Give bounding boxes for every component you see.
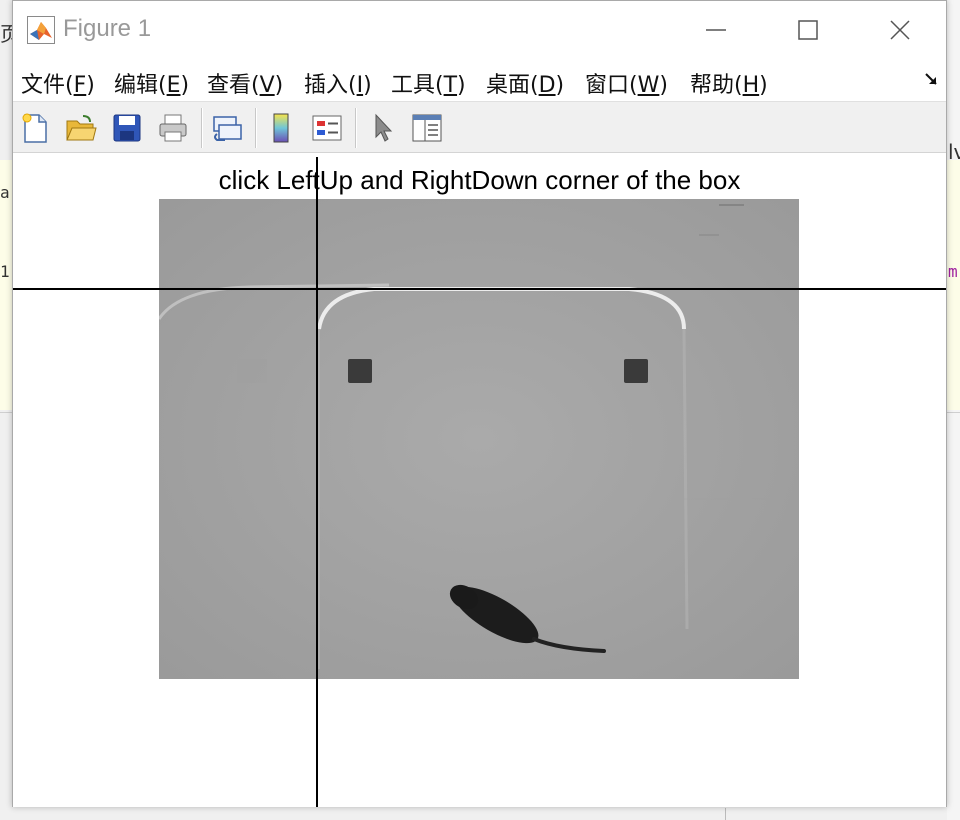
axes-title: click LeftUp and RightDown corner of the… <box>218 165 741 195</box>
maximize-button[interactable] <box>762 1 854 59</box>
figure-window: Figure 1 文件(F) 编辑(E) 查看(V) 插入(I) 工具(T) 桌… <box>12 0 947 807</box>
figure-canvas[interactable]: click LeftUp and RightDown corner of the… <box>13 153 946 807</box>
dock-arrow-icon[interactable] <box>923 71 939 87</box>
open-file-button[interactable] <box>63 110 99 146</box>
minimize-button[interactable] <box>670 1 762 59</box>
property-inspector-button[interactable] <box>409 110 445 146</box>
background-text-fragment: a <box>0 183 10 202</box>
menu-bar: 文件(F) 编辑(E) 查看(V) 插入(I) 工具(T) 桌面(D) 窗口(W… <box>13 59 946 101</box>
menu-help[interactable]: 帮助(H) <box>690 67 768 99</box>
pointer-icon <box>375 113 393 142</box>
background-divider-right <box>947 412 960 413</box>
new-figure-icon <box>22 113 47 143</box>
figure-toolbar <box>13 101 946 153</box>
toolbar-separator <box>255 108 257 148</box>
crosshair-vertical <box>316 157 318 807</box>
background-text-fragment: 1 <box>0 262 10 281</box>
window-title: Figure 1 <box>63 15 152 42</box>
title-bar[interactable]: Figure 1 <box>13 1 946 59</box>
close-icon <box>890 20 910 40</box>
toolbar-separator <box>201 108 203 148</box>
maximize-icon <box>798 20 818 40</box>
background-text-fragment: m <box>948 262 958 281</box>
crosshair-horizontal <box>13 288 946 290</box>
minimize-icon <box>706 29 726 31</box>
menu-tools[interactable]: 工具(T) <box>391 67 466 99</box>
link-plot-button[interactable] <box>209 110 245 146</box>
menu-edit[interactable]: 编辑(E) <box>114 67 189 99</box>
legend-icon <box>312 115 342 141</box>
menu-insert[interactable]: 插入(I) <box>304 67 372 99</box>
save-button[interactable] <box>109 110 145 146</box>
close-button[interactable] <box>854 1 946 59</box>
new-figure-button[interactable] <box>17 110 53 146</box>
colorbar-icon <box>273 113 289 143</box>
menu-desktop[interactable]: 桌面(D) <box>486 67 564 99</box>
print-button[interactable] <box>155 110 191 146</box>
open-file-icon <box>66 115 97 141</box>
menu-file[interactable]: 文件(F) <box>21 67 95 99</box>
link-icon <box>213 116 242 141</box>
print-icon <box>159 114 187 142</box>
background-text-fragment: lv <box>948 140 960 164</box>
property-inspector-icon <box>412 114 442 142</box>
save-icon <box>113 114 141 142</box>
menu-window[interactable]: 窗口(W) <box>585 67 668 99</box>
arena-camera-image[interactable] <box>159 199 799 679</box>
matlab-logo-icon <box>27 16 55 44</box>
background-divider-bottom <box>725 808 726 820</box>
background-editor-panel <box>947 160 960 410</box>
menu-view[interactable]: 查看(V) <box>207 67 283 99</box>
insert-legend-button[interactable] <box>309 110 345 146</box>
insert-colorbar-button[interactable] <box>263 110 299 146</box>
edit-plot-button[interactable] <box>365 110 401 146</box>
toolbar-separator <box>355 108 357 148</box>
background-window-edge <box>947 0 960 820</box>
